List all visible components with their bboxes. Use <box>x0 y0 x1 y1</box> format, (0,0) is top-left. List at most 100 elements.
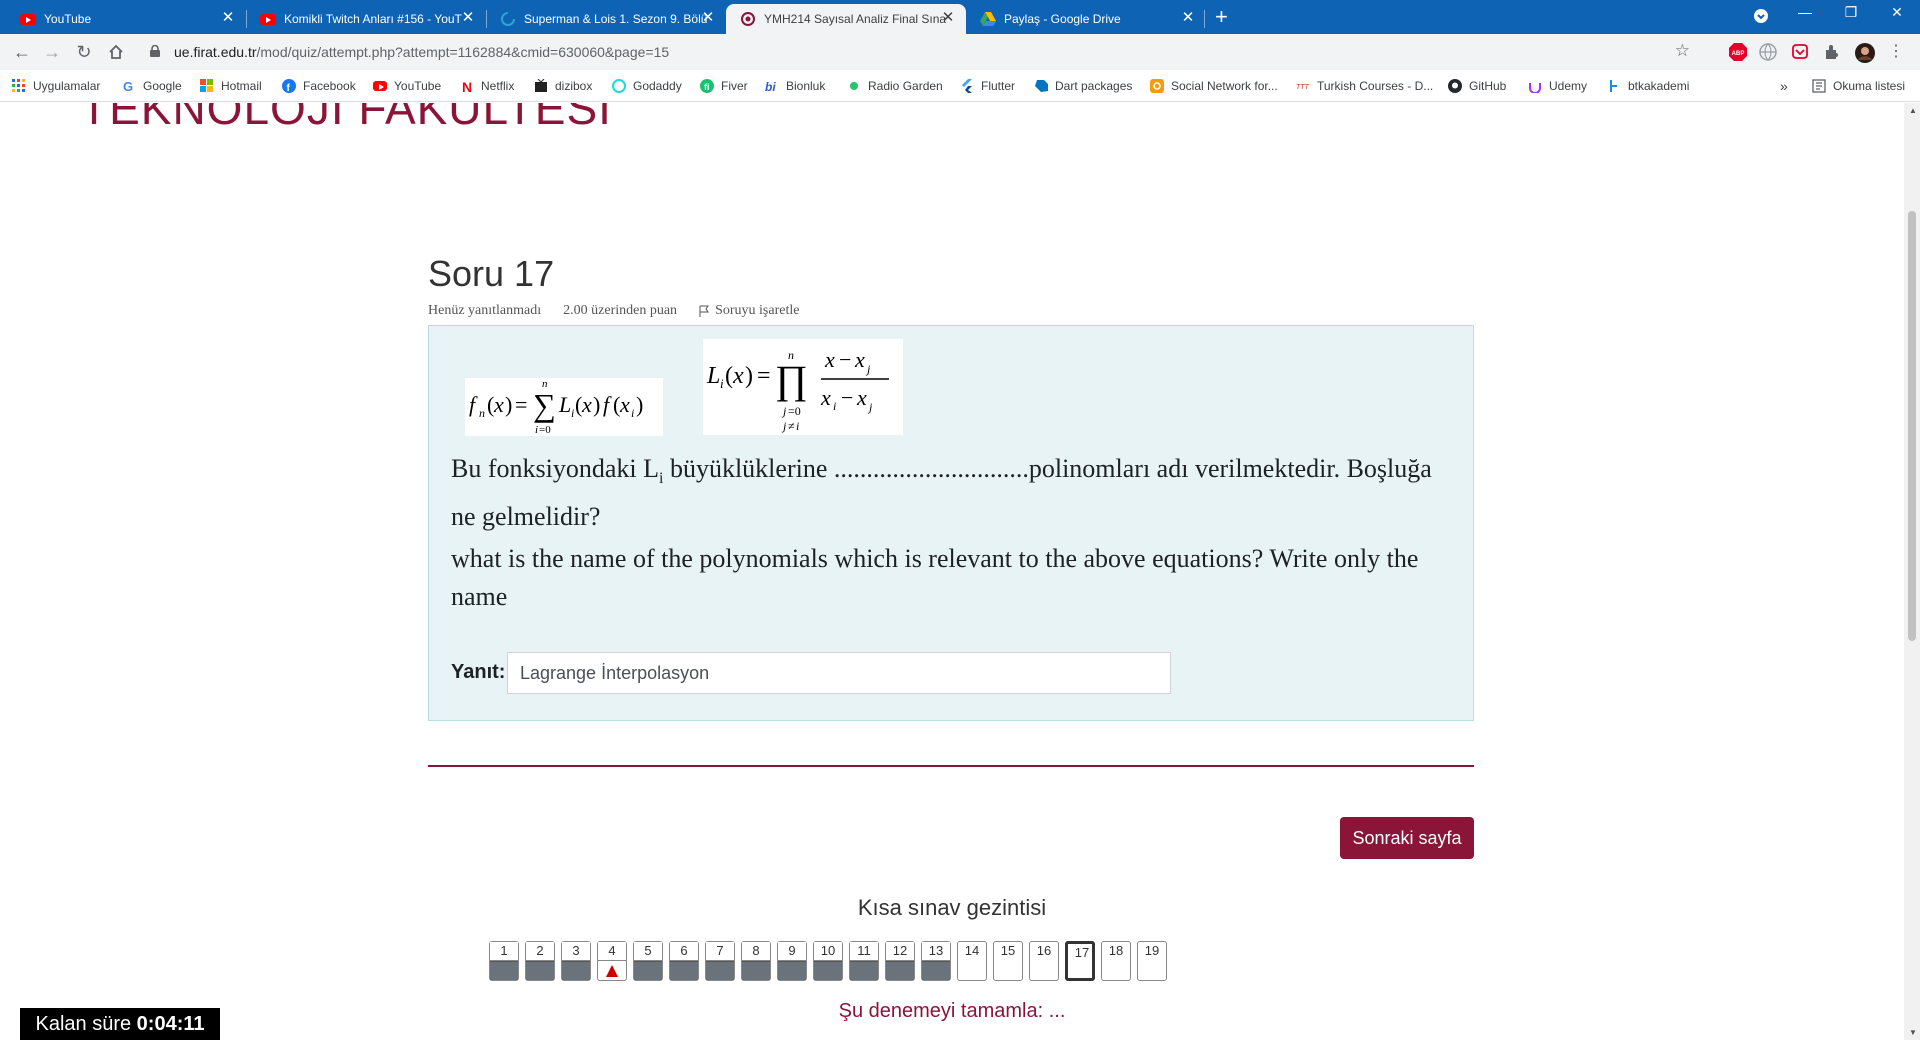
faculty-banner: TEKNOLOJİ FAKÜLTESİ <box>80 103 612 134</box>
flutter-icon <box>962 79 972 93</box>
tab-komikli-twitch[interactable]: Komikli Twitch Anları #156 - YouT ✕ <box>246 4 486 34</box>
close-icon[interactable]: ✕ <box>1180 10 1196 26</box>
bookmark-netflix[interactable]: N Netflix <box>460 77 514 95</box>
svg-text:i: i <box>720 376 724 391</box>
svg-text:≠: ≠ <box>788 419 795 433</box>
close-icon[interactable]: ✕ <box>940 10 956 26</box>
tab-youtube[interactable]: YouTube ✕ <box>6 4 246 34</box>
quiz-nav-button[interactable]: 7 <box>705 941 735 981</box>
home-icon[interactable] <box>104 40 128 64</box>
bookmark-flutter[interactable]: Flutter <box>960 77 1015 95</box>
adblock-icon[interactable]: ABP <box>1728 42 1748 62</box>
quiz-nav-button[interactable]: 5 <box>633 941 663 981</box>
question-title: Soru 17 <box>428 253 555 294</box>
browser-tab-strip: YouTube ✕ Komikli Twitch Anları #156 - Y… <box>0 0 1920 34</box>
new-tab-icon[interactable]: + <box>1215 6 1228 28</box>
bookmark-github[interactable]: GitHub <box>1448 77 1506 95</box>
pocket-icon[interactable] <box>1790 42 1810 62</box>
bookmark-turkish-courses[interactable]: TTT Turkish Courses - D... <box>1296 77 1433 95</box>
tab-title: YouTube <box>44 12 92 26</box>
quiz-nav-button[interactable]: 3 <box>561 941 591 981</box>
close-icon[interactable]: ✕ <box>700 10 716 26</box>
page-content: TEKNOLOJİ FAKÜLTESİ Soru 17 Henüz yanıtl… <box>0 103 1904 1040</box>
quiz-nav-number: 7 <box>706 942 734 961</box>
bookmark-fiver[interactable]: fi Fiver <box>700 77 748 95</box>
bookmark-apps[interactable]: Uygulamalar <box>12 77 100 95</box>
answer-input[interactable] <box>507 652 1171 694</box>
bookmark-google[interactable]: G Google <box>122 77 182 95</box>
close-window-icon[interactable]: ✕ <box>1882 4 1912 21</box>
quiz-nav-button[interactable]: 16 <box>1029 941 1059 981</box>
tab-superman-lois[interactable]: Superman & Lois 1. Sezon 9. Bölü ✕ <box>486 4 726 34</box>
quiz-nav-button[interactable]: 9 <box>777 941 807 981</box>
quiz-nav-button[interactable]: 11 <box>849 941 879 981</box>
extensions-icon[interactable] <box>1822 42 1842 62</box>
svg-text:∑: ∑ <box>533 387 556 423</box>
restore-icon[interactable]: ❐ <box>1836 4 1866 21</box>
answered-indicator <box>778 961 806 980</box>
reading-list[interactable]: Okuma listesi <box>1812 77 1905 95</box>
bookmark-radio-garden[interactable]: Radio Garden <box>847 77 943 95</box>
quiz-nav-number: 4 <box>598 942 626 961</box>
dizibox-icon <box>535 79 547 92</box>
quiz-nav-button[interactable]: 14 <box>957 941 987 981</box>
close-icon[interactable]: ✕ <box>220 10 236 26</box>
lock-icon[interactable] <box>150 45 160 57</box>
flag-icon <box>699 305 709 317</box>
tab-google-drive[interactable]: Paylaş - Google Drive ✕ <box>966 4 1206 34</box>
bookmark-social-network[interactable]: Social Network for... <box>1150 77 1278 95</box>
scroll-thumb[interactable] <box>1908 211 1916 641</box>
svg-text:i: i <box>631 406 634 420</box>
bookmark-godaddy[interactable]: Godaddy <box>612 77 682 95</box>
quiz-nav-button[interactable]: 13 <box>921 941 951 981</box>
quiz-nav-button[interactable]: 8 <box>741 941 771 981</box>
minimize-icon[interactable]: — <box>1790 4 1820 20</box>
bookmark-dart-packages[interactable]: Dart packages <box>1034 77 1132 95</box>
svg-text:=0: =0 <box>539 424 551 436</box>
quiz-nav-button[interactable]: 18 <box>1101 941 1131 981</box>
quiz-nav-button[interactable]: 15 <box>993 941 1023 981</box>
bookmark-youtube[interactable]: YouTube <box>373 77 441 95</box>
scroll-down-icon[interactable]: ▼ <box>1909 1028 1917 1037</box>
svg-text:): ) <box>505 392 512 417</box>
bookmark-bionluk[interactable]: bi Bionluk <box>765 77 825 95</box>
tab-search-icon[interactable] <box>1746 8 1776 27</box>
address-bar[interactable]: ue.firat.edu.tr/mod/quiz/attempt.php?att… <box>138 38 1698 66</box>
profile-avatar[interactable] <box>1854 42 1875 63</box>
page-scrollbar[interactable]: ▲ ▼ <box>1904 103 1920 1040</box>
reading-list-icon <box>1812 79 1826 93</box>
bookmark-hotmail[interactable]: Hotmail <box>200 77 262 95</box>
question-text-turkish: Bu fonksiyondaki Li büyüklüklerine .....… <box>451 454 1432 532</box>
quiz-nav-button[interactable]: 4 <box>597 941 627 981</box>
quiz-nav-button[interactable]: 12 <box>885 941 915 981</box>
quiz-nav-button[interactable]: 19 <box>1137 941 1167 981</box>
formula-lagrange-basis: L i ( x ) = ∏ n j =0 j ≠ i x − x j x i −… <box>703 339 903 435</box>
more-bookmarks-icon[interactable]: » <box>1780 77 1788 95</box>
close-icon[interactable]: ✕ <box>460 10 476 26</box>
quiz-navigation: 1 2 3 4 5 6 7 8 9 10 11 12 13 14 15 16 17 18 19 <box>489 941 1167 985</box>
bookmark-dizibox[interactable]: dizibox <box>534 77 592 95</box>
reload-icon[interactable]: ↻ <box>72 40 96 64</box>
quiz-nav-button[interactable]: 6 <box>669 941 699 981</box>
quiz-nav-button[interactable]: 17 <box>1065 941 1095 981</box>
menu-kebab-icon[interactable]: ⋮ <box>1884 40 1908 64</box>
tab-ymh214-quiz[interactable]: YMH214 Sayısal Analiz Final Sına ✕ <box>726 4 966 34</box>
bookmark-star-icon[interactable]: ☆ <box>1675 41 1690 61</box>
bookmark-btkakademi[interactable]: btkakademi <box>1607 77 1689 95</box>
scroll-up-icon[interactable]: ▲ <box>1909 106 1917 115</box>
next-page-button[interactable]: Sonraki sayfa <box>1340 817 1474 859</box>
flag-question[interactable]: Soruyu işaretle <box>699 303 799 319</box>
quiz-nav-button[interactable]: 2 <box>525 941 555 981</box>
back-icon[interactable]: ← <box>10 40 34 64</box>
github-icon <box>1448 79 1462 93</box>
forward-icon[interactable]: → <box>40 40 64 64</box>
finish-attempt-link[interactable]: Şu denemeyi tamamla: ... <box>0 1000 1904 1023</box>
quiz-nav-number: 18 <box>1108 943 1124 958</box>
quiz-nav-button[interactable]: 1 <box>489 941 519 981</box>
quiz-nav-button[interactable]: 10 <box>813 941 843 981</box>
bookmark-udemy[interactable]: Udemy <box>1528 77 1587 95</box>
bookmark-facebook[interactable]: f Facebook <box>282 77 356 95</box>
quiz-nav-number: 1 <box>490 942 518 961</box>
browser-toolbar: ← → ↻ ue.firat.edu.tr/mod/quiz/attempt.p… <box>0 34 1920 70</box>
globe-icon[interactable] <box>1758 42 1778 62</box>
